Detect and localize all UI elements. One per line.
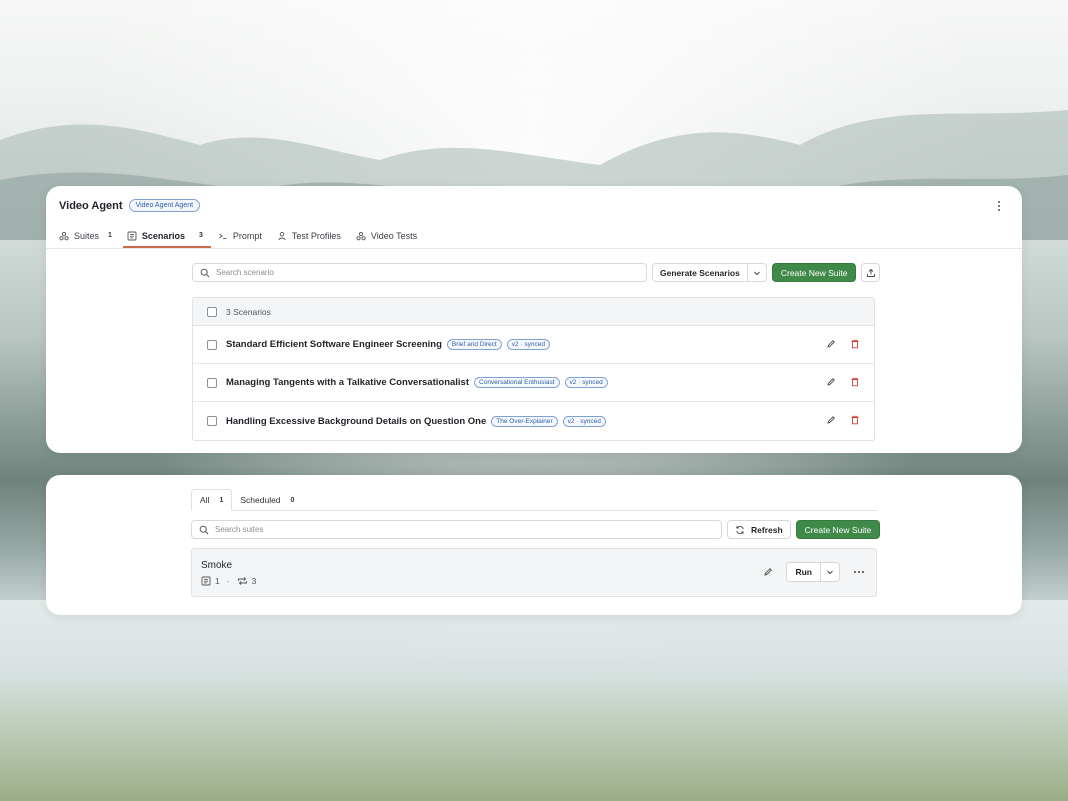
tab-prompt[interactable]: Prompt [218,223,270,248]
agent-title: Video Agent [59,199,123,212]
terminal-icon [219,233,227,239]
profile-badge: Brief and Direct [446,339,502,350]
tab-label: Prompt [232,230,262,241]
delete-icon[interactable] [850,339,860,349]
tab-count: 1 [108,232,112,239]
search-icon [199,525,209,534]
suites-search[interactable] [191,520,722,539]
export-button[interactable] [861,263,881,282]
chevron-down-icon [827,570,833,575]
edit-icon[interactable] [826,377,836,387]
row-actions [826,377,860,387]
table-row[interactable]: Handling Excessive Background Details on… [193,402,874,440]
scenarios-table: 3 Scenarios Standard Efficient Software … [192,297,875,441]
profile-badge: The Over-Explainer [491,415,558,427]
row-actions [826,415,860,425]
create-new-suite-button[interactable]: Create New Suite [771,263,857,282]
tab-label: Scheduled [240,495,281,505]
suites-search-input[interactable] [215,525,695,534]
delete-icon[interactable] [850,377,860,387]
generate-scenarios-button[interactable]: Generate Scenarios [653,264,747,281]
scenario-title: Standard Efficient Software Engineer Scr… [226,339,442,350]
tab-suites[interactable]: Suites 1 [59,223,120,248]
run-button[interactable]: Run [787,563,820,581]
tab-scheduled[interactable]: Scheduled 0 [232,489,302,511]
suite-meta: 1 · 3 [201,576,256,586]
user-icon [278,231,286,240]
tab-test-profiles[interactable]: Test Profiles [277,223,349,248]
tab-all[interactable]: All 1 [191,489,233,511]
generate-scenarios-split-button: Generate Scenarios [652,263,767,282]
edit-icon[interactable] [826,415,836,425]
agent-type-badge: Video Agent Agent [128,199,201,212]
background-lake [0,600,1068,801]
suites-icon [356,231,366,240]
tab-video-tests[interactable]: Video Tests [356,223,425,248]
refresh-button[interactable]: Refresh [727,520,791,539]
document-icon [127,231,137,240]
row-checkbox[interactable] [207,377,217,388]
scenario-count-label: 3 Scenarios [226,306,271,317]
more-options-icon[interactable] [992,199,1006,213]
tab-label: Test Profiles [291,230,341,241]
upload-icon [867,268,875,277]
generate-dropdown-toggle[interactable] [746,264,766,281]
suite-actions: Run [763,562,866,582]
tabs-divider [46,248,1022,249]
tab-scenarios[interactable]: Scenarios 3 [122,223,211,248]
agent-tabs: Suites 1 Scenarios 3 Prompt Test Profile… [59,223,432,248]
scenario-search-input[interactable] [216,268,616,277]
tab-label: All [200,495,210,505]
meta-separator: · [226,576,230,586]
delete-icon[interactable] [850,415,860,425]
scenarios-toolbar: Generate Scenarios Create New Suite [192,263,881,282]
suites-filter-tabs: All 1 Scheduled 0 [191,489,877,511]
agent-panel: Video Agent Video Agent Agent Suites 1 S… [46,186,1022,453]
tab-count: 1 [219,496,224,504]
version-badge: v2 · synced [562,415,606,427]
agent-header: Video Agent Video Agent Agent [59,199,201,212]
row-checkbox[interactable] [207,339,217,350]
scenario-title: Handling Excessive Background Details on… [226,415,487,427]
suites-icon [59,231,69,240]
edit-icon[interactable] [826,339,836,349]
version-badge: v2 · synced [564,377,608,388]
tab-count: 0 [290,496,295,504]
version-badge: v2 · synced [506,339,550,350]
scenario-search[interactable] [192,263,647,282]
scenario-count: 1 [215,576,220,586]
profile-badge: Conversational Enthusiast [474,377,560,388]
repeat-icon [237,577,247,585]
tab-label: Scenarios [141,230,185,241]
suites-panel: All 1 Scheduled 0 Refresh Create New Sui… [46,475,1022,615]
suite-name: Smoke [201,560,233,571]
run-split-button: Run [786,562,840,582]
row-checkbox[interactable] [207,416,217,426]
run-count: 3 [251,576,257,586]
tab-label: Suites [74,230,100,241]
row-actions [826,339,860,349]
table-header: 3 Scenarios [193,298,874,326]
suites-toolbar: Refresh Create New Suite [191,520,881,539]
chevron-down-icon [754,271,760,275]
create-new-suite-button[interactable]: Create New Suite [795,520,881,539]
tab-count: 3 [198,232,203,239]
suite-row[interactable]: Smoke 1 · 3 Run [191,548,877,597]
table-row[interactable]: Managing Tangents with a Talkative Conve… [193,364,874,402]
scenario-title: Managing Tangents with a Talkative Conve… [226,377,470,388]
run-dropdown-toggle[interactable] [820,563,839,581]
table-row[interactable]: Standard Efficient Software Engineer Scr… [193,326,874,364]
more-horizontal-icon[interactable] [852,567,866,577]
refresh-label: Refresh [751,524,783,535]
select-all-checkbox[interactable] [207,306,217,317]
refresh-icon [736,525,744,534]
edit-icon[interactable] [763,567,773,577]
document-icon [201,576,211,586]
tab-label: Video Tests [370,230,418,241]
search-icon [200,268,210,277]
